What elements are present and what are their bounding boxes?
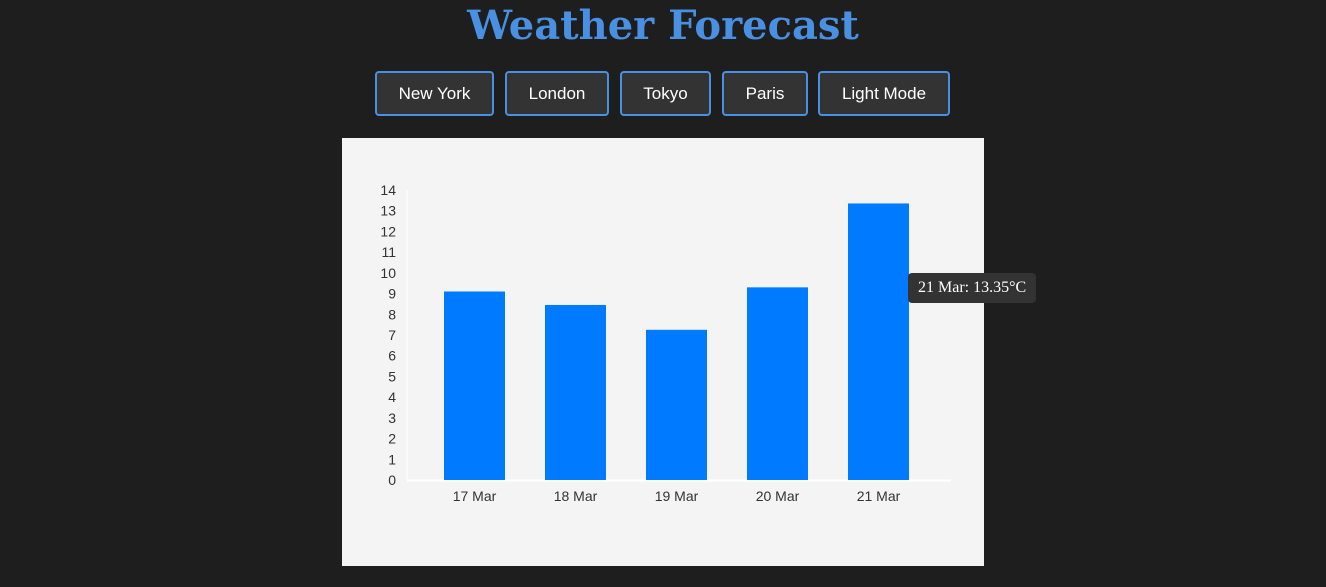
- x-tick-label: 20 Mar: [756, 488, 800, 504]
- bar-20-mar[interactable]: [747, 287, 808, 480]
- x-tick-label: 17 Mar: [453, 488, 497, 504]
- bar-18-mar[interactable]: [545, 304, 606, 480]
- paris-button[interactable]: Paris: [722, 71, 808, 116]
- y-tick-label: 12: [380, 223, 396, 239]
- y-tick-label: 14: [380, 182, 396, 198]
- y-tick-label: 0: [388, 472, 396, 488]
- y-tick-label: 9: [388, 286, 396, 302]
- x-tick-label: 19 Mar: [655, 488, 699, 504]
- bar-21-mar[interactable]: [848, 203, 909, 480]
- x-tick-label: 21 Mar: [857, 488, 901, 504]
- y-tick-label: 3: [388, 410, 396, 426]
- tokyo-button[interactable]: Tokyo: [620, 71, 711, 116]
- london-button[interactable]: London: [505, 71, 609, 116]
- y-tick-label: 7: [388, 327, 396, 343]
- x-tick-label: 18 Mar: [554, 488, 598, 504]
- chart-panel: 0 1 2 3 4 5 6 7 8 9 10 11 12 13 14 17 Mar 18 Mar 19 Mar 20…: [342, 138, 984, 566]
- light-mode-button[interactable]: Light Mode: [818, 71, 950, 116]
- page-title: Weather Forecast: [467, 2, 859, 49]
- y-tick-label: 13: [380, 203, 396, 219]
- y-tick-label: 4: [388, 389, 396, 405]
- bar-19-mar[interactable]: [646, 329, 707, 480]
- new-york-button[interactable]: New York: [375, 71, 494, 116]
- y-tick-label: 2: [388, 431, 396, 447]
- bar-17-mar[interactable]: [444, 291, 505, 481]
- y-tick-label: 6: [388, 348, 396, 364]
- y-tick-label: 11: [381, 244, 396, 260]
- y-tick-label: 5: [388, 368, 396, 384]
- weather-app: Weather Forecast New York London Tokyo P…: [0, 0, 1326, 587]
- chart-tooltip: 21 Mar: 13.35°C: [908, 273, 1037, 303]
- y-tick-label: 8: [388, 306, 396, 322]
- y-tick-label: 10: [380, 265, 396, 281]
- y-tick-label: 1: [388, 451, 396, 467]
- temperature-bar-chart: 0123456789101112131417 Mar 18 Mar 19 Mar 20…: [380, 182, 951, 504]
